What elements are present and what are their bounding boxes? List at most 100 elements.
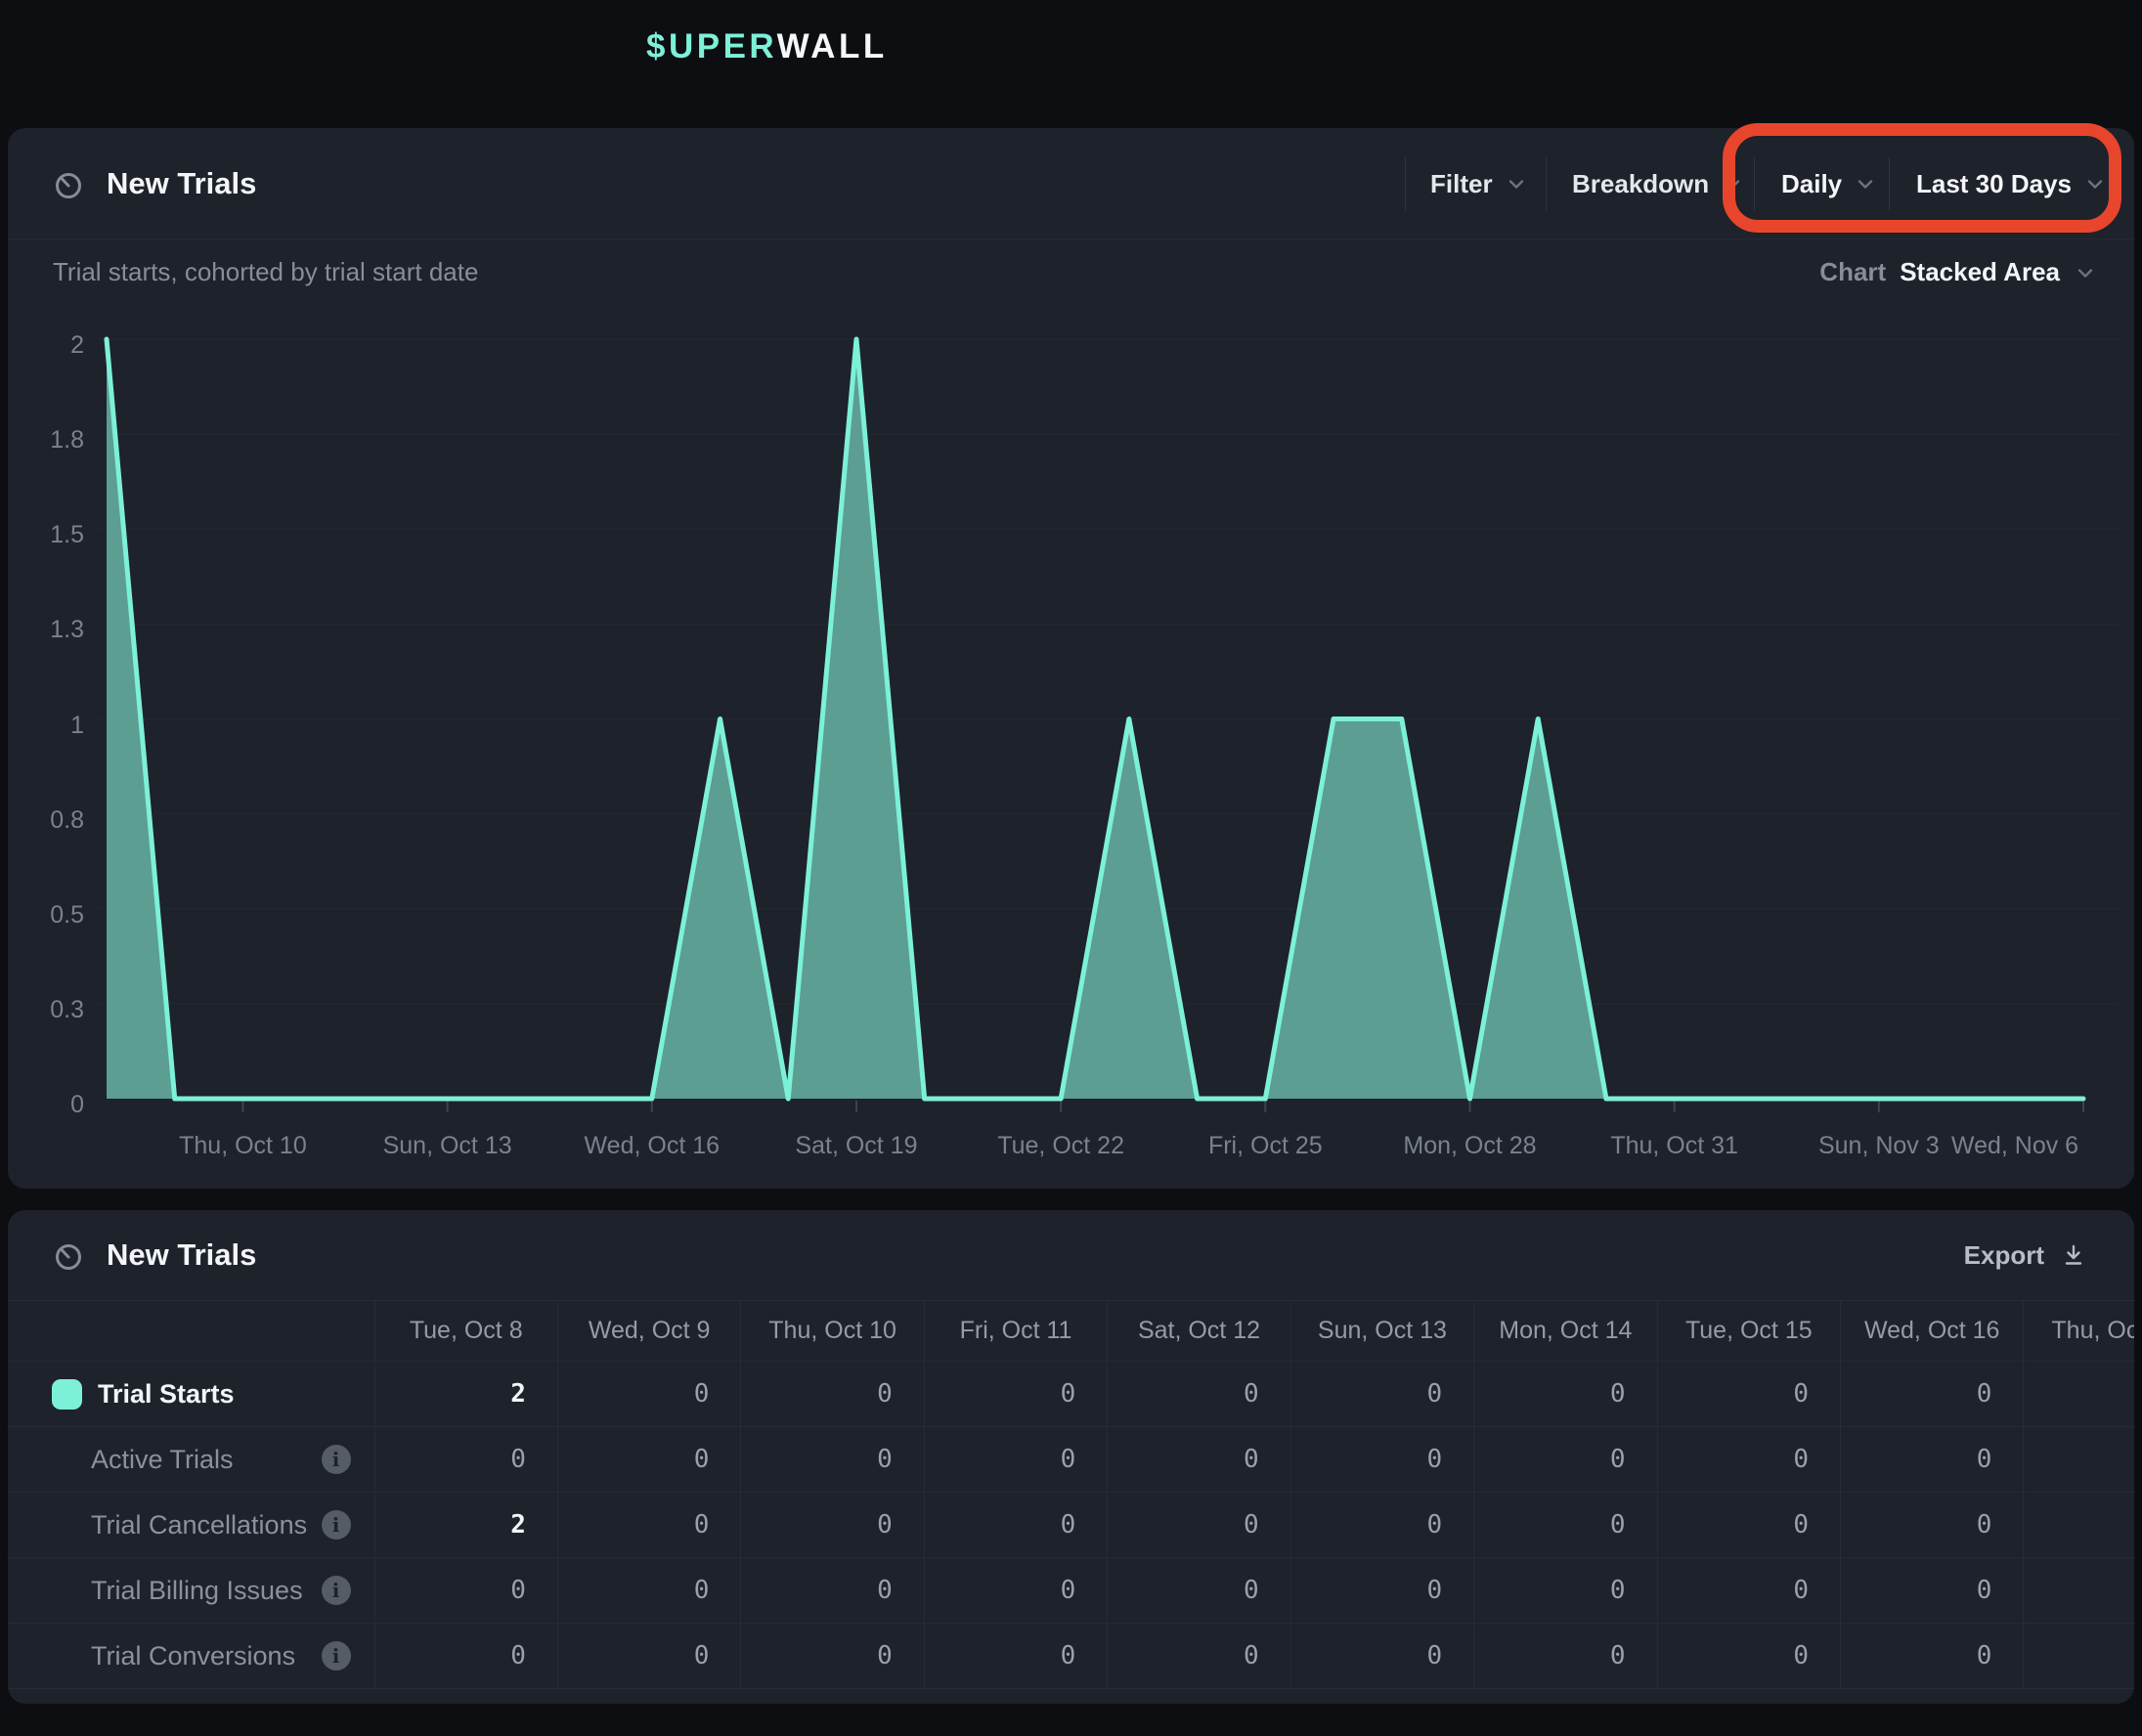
table-cell: 0 (1290, 1558, 1473, 1624)
table-cell: 0 (1657, 1362, 1840, 1427)
y-axis-label: 0.5 (8, 901, 84, 929)
breakdown-dropdown[interactable]: Breakdown (1572, 128, 1744, 239)
x-axis-label: Wed, Oct 16 (545, 1130, 760, 1161)
table-cell: 0 (741, 1558, 924, 1624)
logo-prefix: $UPER (646, 27, 777, 65)
table-cell: 0 (1290, 1624, 1473, 1689)
header-divider (1405, 157, 1406, 210)
row-label: Trial Cancellations (91, 1510, 307, 1541)
x-axis-label: Thu, Oct 10 (135, 1130, 350, 1161)
table-label-cell: Trial Cancellations i (8, 1493, 374, 1558)
table-cell: 0 (374, 1558, 557, 1624)
table-cell: 0 (1108, 1558, 1290, 1624)
table-cell: 0 (1474, 1362, 1657, 1427)
table-cell: 0 (924, 1493, 1107, 1558)
table-cell (2024, 1624, 2134, 1689)
table-row: Trial Billing Issuesi000000000 (8, 1558, 2134, 1624)
table-row: Trial Cancellationsi200000000 (8, 1493, 2134, 1558)
info-icon[interactable]: i (322, 1576, 351, 1605)
table-cell: 0 (1474, 1427, 1657, 1493)
table-label-cell: Trial Starts (8, 1362, 374, 1427)
table-cell: 0 (1841, 1624, 2024, 1689)
table-column-header: Fri, Oct 11 (924, 1301, 1107, 1362)
table-column-header: Tue, Oct 8 (374, 1301, 557, 1362)
x-axis-label: Sun, Nov 3 (1771, 1130, 1987, 1161)
table-column-header: Wed, Oct 16 (1841, 1301, 2024, 1362)
table-column-header: Thu, Oct 10 (741, 1301, 924, 1362)
table-row: Trial Starts200000000 (8, 1362, 2134, 1427)
table-column-header: Wed, Oct 9 (557, 1301, 740, 1362)
table-cell: 0 (741, 1427, 924, 1493)
y-axis-label: 1.5 (8, 521, 84, 548)
info-icon[interactable]: i (322, 1641, 351, 1671)
table-cell: 0 (374, 1624, 557, 1689)
x-axis-label: Thu, Oct 31 (1567, 1130, 1782, 1161)
table-cell: 0 (1108, 1362, 1290, 1427)
granularity-label: Daily (1781, 169, 1842, 199)
table-cell: 0 (1474, 1624, 1657, 1689)
trial-starts-swatch (52, 1379, 82, 1410)
table-header-row: Tue, Oct 8Wed, Oct 9Thu, Oct 10Fri, Oct … (8, 1301, 2134, 1362)
filter-dropdown[interactable]: Filter (1430, 128, 1528, 239)
table-cell: 0 (557, 1493, 740, 1558)
chevron-down-icon (2083, 172, 2107, 195)
info-icon[interactable]: i (322, 1510, 351, 1540)
chart-subtitle-row: Trial starts, cohorted by trial start da… (8, 239, 2134, 304)
stopwatch-icon (52, 1238, 85, 1272)
date-range-label: Last 30 Days (1916, 169, 2072, 199)
table-cell: 0 (1657, 1493, 1840, 1558)
y-axis-label: 0.3 (8, 996, 84, 1023)
table-row: Trial Conversionsi000000000 (8, 1624, 2134, 1689)
table-cell: 0 (1841, 1362, 2024, 1427)
table-cell (2024, 1493, 2134, 1558)
chart-type-dropdown[interactable]: Chart Stacked Area (1819, 257, 2097, 287)
y-axis-label: 0 (8, 1091, 84, 1118)
granularity-dropdown[interactable]: Daily (1781, 128, 1877, 239)
table-cell: 0 (374, 1427, 557, 1493)
row-label: Trial Starts (98, 1379, 235, 1410)
x-axis-label: Tue, Oct 22 (953, 1130, 1168, 1161)
superwall-logo: $UPERWALL (646, 27, 888, 66)
table-cell: 0 (924, 1558, 1107, 1624)
table-cell: 0 (1657, 1558, 1840, 1624)
table-cell: 2 (374, 1362, 557, 1427)
chevron-down-icon (1505, 172, 1528, 195)
table-cell: 0 (1841, 1427, 2024, 1493)
table-cell: 0 (924, 1362, 1107, 1427)
table-cell (2024, 1427, 2134, 1493)
download-icon (2060, 1241, 2087, 1269)
table-cell: 0 (741, 1493, 924, 1558)
export-button[interactable]: Export (1964, 1210, 2087, 1300)
chevron-down-icon (1721, 172, 1744, 195)
x-axis-label: Sun, Oct 13 (340, 1130, 555, 1161)
info-icon[interactable]: i (322, 1445, 351, 1474)
y-axis-label: 1.8 (8, 426, 84, 454)
table-column-header: Tue, Oct 15 (1657, 1301, 1840, 1362)
table-cell: 0 (1657, 1427, 1840, 1493)
top-bar: $UPERWALL (0, 0, 2142, 109)
chart-type-value: Stacked Area (1900, 257, 2060, 287)
table-column-header: Sat, Oct 12 (1108, 1301, 1290, 1362)
date-range-dropdown[interactable]: Last 30 Days (1916, 128, 2107, 239)
table-cell: 0 (1841, 1558, 2024, 1624)
chevron-down-icon (2074, 261, 2097, 284)
table-column-header: Mon, Oct 14 (1474, 1301, 1657, 1362)
y-axis-label: 2 (8, 331, 84, 359)
logo-suffix: WALL (777, 27, 888, 65)
x-axis-label: Mon, Oct 28 (1362, 1130, 1577, 1161)
chevron-down-icon (1854, 172, 1877, 195)
export-label: Export (1964, 1240, 2044, 1271)
table-cell: 2 (374, 1493, 557, 1558)
x-axis-label: Wed, Nov 6 (1907, 1130, 2122, 1161)
chart-subtitle: Trial starts, cohorted by trial start da… (53, 257, 478, 287)
table-column-header: Thu, Oct 17 (2024, 1301, 2134, 1362)
breakdown-label: Breakdown (1572, 169, 1709, 199)
table-corner-cell (8, 1301, 374, 1362)
y-axis-label: 0.8 (8, 806, 84, 834)
header-divider (1889, 157, 1890, 210)
table-cell: 0 (1657, 1624, 1840, 1689)
new-trials-chart-panel: New Trials Filter Breakdown Daily Last 3… (8, 128, 2134, 1189)
table-column-header: Sun, Oct 13 (1290, 1301, 1473, 1362)
table-cell: 0 (1841, 1493, 2024, 1558)
x-axis-label: Fri, Oct 25 (1158, 1130, 1373, 1161)
